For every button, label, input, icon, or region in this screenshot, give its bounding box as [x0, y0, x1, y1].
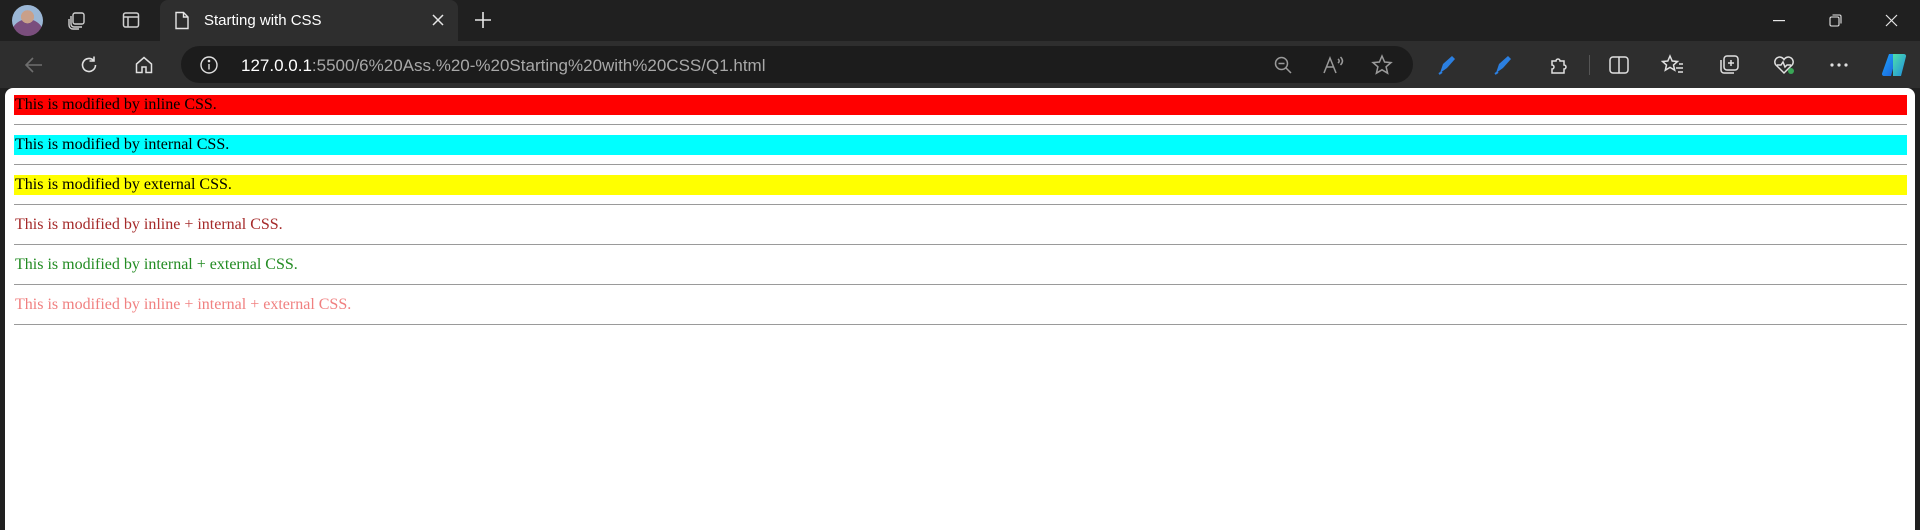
internal-css-paragraph: This is modified by internal CSS.: [14, 135, 1907, 155]
horizontal-rule: [14, 284, 1907, 285]
collections-icon[interactable]: [1716, 52, 1742, 78]
navigation-toolbar: 127.0.0.1:5500/6%20Ass.%20-%20Starting%2…: [0, 41, 1920, 88]
favorites-icon[interactable]: [1660, 52, 1686, 78]
url-path: :5500/6%20Ass.%20-%20Starting%20with%20C…: [311, 56, 766, 75]
url-text[interactable]: 127.0.0.1:5500/6%20Ass.%20-%20Starting%2…: [241, 56, 766, 76]
more-icon[interactable]: [1826, 52, 1852, 78]
close-icon[interactable]: [428, 10, 448, 30]
read-aloud-icon[interactable]: [1321, 54, 1345, 76]
page-viewport: This is modified by inline CSS. This is …: [5, 88, 1915, 530]
address-bar[interactable]: 127.0.0.1:5500/6%20Ass.%20-%20Starting%2…: [181, 46, 1413, 83]
home-icon[interactable]: [127, 49, 161, 81]
browser-essentials-icon[interactable]: [1771, 52, 1797, 78]
external-css-paragraph: This is modified by external CSS.: [14, 175, 1907, 195]
inline-internal-css-paragraph: This is modified by inline + internal CS…: [15, 216, 283, 233]
extension-pen-icon[interactable]: [1490, 52, 1516, 78]
close-window-icon[interactable]: [1863, 0, 1919, 41]
horizontal-rule: [14, 324, 1907, 325]
favorite-star-icon[interactable]: [1370, 54, 1394, 76]
profile-avatar[interactable]: [12, 5, 43, 36]
minimize-icon[interactable]: [1751, 0, 1807, 41]
horizontal-rule: [14, 164, 1907, 165]
horizontal-rule: [14, 244, 1907, 245]
horizontal-rule: [14, 124, 1907, 125]
workspaces-icon[interactable]: [59, 5, 95, 35]
zoom-out-icon[interactable]: [1271, 54, 1295, 76]
restore-icon[interactable]: [1807, 0, 1863, 41]
page-content: This is modified by inline CSS. This is …: [14, 95, 1907, 335]
new-tab-icon[interactable]: [466, 5, 500, 35]
refresh-icon[interactable]: [72, 49, 106, 81]
toolbar-separator: [1589, 55, 1590, 75]
copilot-icon[interactable]: [1879, 49, 1911, 81]
url-host: 127.0.0.1: [241, 56, 312, 75]
horizontal-rule: [14, 204, 1907, 205]
inline-internal-external-css-paragraph: This is modified by inline + internal + …: [15, 296, 352, 313]
page-icon: [174, 11, 190, 35]
title-bar: Starting with CSS: [0, 0, 1920, 41]
site-info-icon[interactable]: [199, 55, 219, 80]
internal-external-css-paragraph: This is modified by internal + external …: [15, 256, 298, 273]
extensions-icon[interactable]: [1546, 52, 1572, 78]
split-screen-icon[interactable]: [1606, 52, 1632, 78]
tab-actions-icon[interactable]: [113, 5, 149, 35]
extension-pen-icon[interactable]: [1434, 52, 1460, 78]
inline-css-paragraph: This is modified by inline CSS.: [14, 95, 1907, 115]
active-tab[interactable]: Starting with CSS: [160, 0, 458, 41]
back-icon[interactable]: [17, 49, 51, 81]
tab-title: Starting with CSS: [204, 12, 322, 29]
